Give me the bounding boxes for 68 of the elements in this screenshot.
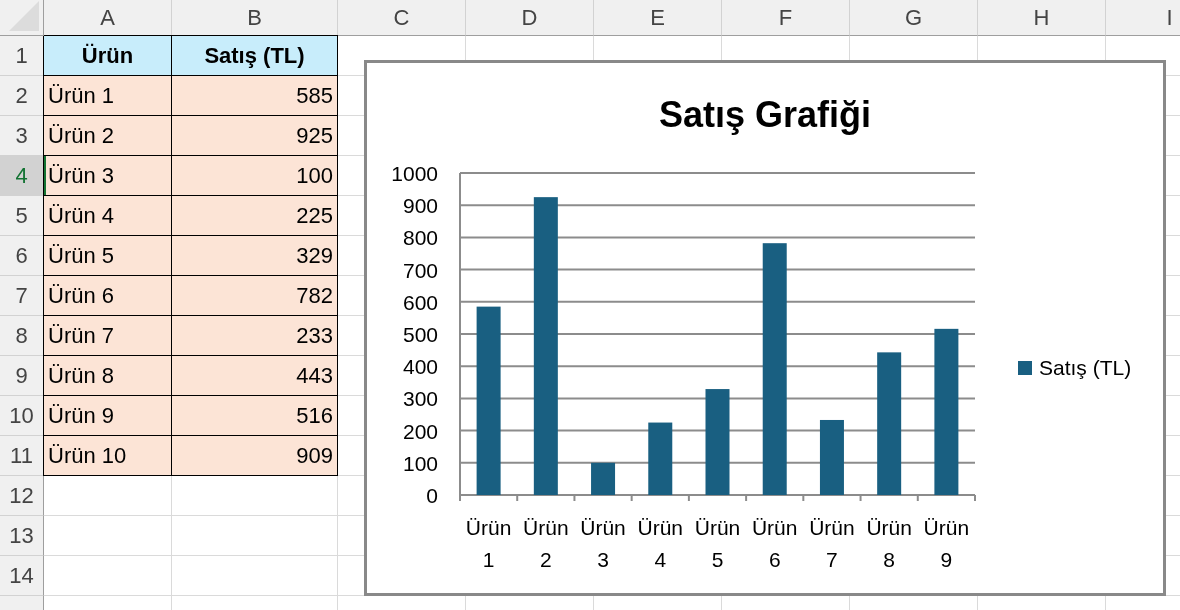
row-header[interactable]: 13: [0, 516, 44, 556]
axis-category-label: Ürün 4: [637, 516, 684, 571]
table-cell: Ürün 8: [43, 355, 172, 396]
legend-label: Satış (TL): [1039, 356, 1132, 379]
table-cell: 925: [171, 115, 338, 156]
column-header[interactable]: E: [594, 0, 722, 36]
column-header[interactable]: G: [850, 0, 978, 36]
table-cell: Ürün 5: [43, 235, 172, 276]
axis-tick-label: 500: [402, 323, 438, 346]
axis-tick-label: 900: [402, 194, 438, 218]
table-cell: 516: [171, 395, 338, 436]
table-cell: 225: [171, 195, 338, 236]
table-cell: Ürün 4: [43, 195, 172, 236]
table-cell: 909: [171, 435, 338, 476]
table-cell: Ürün 1: [43, 75, 172, 116]
axis-category-label: Ürün 8: [866, 516, 912, 571]
row-header[interactable]: 9: [0, 356, 44, 396]
axis-category-label: Ürün 1: [465, 516, 512, 571]
axis-category-label: Ürün 6: [751, 516, 798, 571]
bar: [591, 462, 616, 495]
axis-category-label: Ürün 3: [580, 516, 626, 571]
axis-category-label: Ürün 9: [923, 516, 970, 571]
column-header[interactable]: B: [172, 0, 338, 36]
axis-tick-label: 700: [402, 258, 438, 282]
row-header[interactable]: 5: [0, 196, 44, 236]
row-header[interactable]: 7: [0, 276, 44, 316]
table-cell: 585: [171, 75, 338, 116]
column-header[interactable]: H: [978, 0, 1106, 36]
table-cell: Ürün 3: [43, 155, 172, 196]
axis-tick-label: 200: [402, 419, 438, 443]
table-cell: Ürün 6: [43, 275, 172, 316]
column-heading-cell: Satış (TL): [171, 35, 338, 76]
chart-title: Satış Grafiği: [658, 94, 872, 135]
axis-tick-label: 1000: [391, 162, 438, 185]
row-header[interactable]: 6: [0, 236, 44, 276]
table-cell: 329: [171, 235, 338, 276]
row-header[interactable]: 1: [0, 36, 44, 76]
column-header[interactable]: F: [722, 0, 850, 36]
row-header[interactable]: 11: [0, 436, 44, 476]
row-header[interactable]: 12: [0, 476, 44, 516]
axis-tick-label: 300: [402, 387, 438, 411]
column-header[interactable]: A: [44, 0, 172, 36]
row-header[interactable]: 4: [0, 156, 44, 196]
axis-tick-label: 800: [402, 226, 438, 250]
axis-category-label: Ürün 2: [523, 516, 569, 571]
axis-tick-label: 400: [402, 355, 438, 379]
column-header[interactable]: D: [466, 0, 594, 36]
table-cell: 782: [171, 275, 338, 316]
column-heading-cell: Ürün: [43, 35, 172, 76]
table-cell: 233: [171, 315, 338, 356]
table-cell: 443: [171, 355, 338, 396]
axis-tick-label: 0: [426, 484, 438, 507]
row-header[interactable]: 2: [0, 76, 44, 116]
table-cell: Ürün 7: [43, 315, 172, 356]
table-cell: Ürün 10: [43, 435, 172, 476]
row-header[interactable]: 10: [0, 396, 44, 436]
axis-category-label: Ürün 5: [694, 516, 741, 571]
column-header[interactable]: I: [1106, 0, 1180, 36]
row-header[interactable]: 8: [0, 316, 44, 356]
row-header[interactable]: 14: [0, 556, 44, 596]
axis-category-label: Ürün 7: [809, 516, 855, 571]
table-cell: Ürün 9: [43, 395, 172, 436]
table-cell: 100: [171, 155, 338, 196]
axis-tick-label: 600: [402, 290, 438, 314]
column-header[interactable]: C: [338, 0, 466, 36]
row-header[interactable]: 3: [0, 116, 44, 156]
axis-tick-label: 100: [402, 451, 438, 475]
table-cell: Ürün 2: [43, 115, 172, 156]
